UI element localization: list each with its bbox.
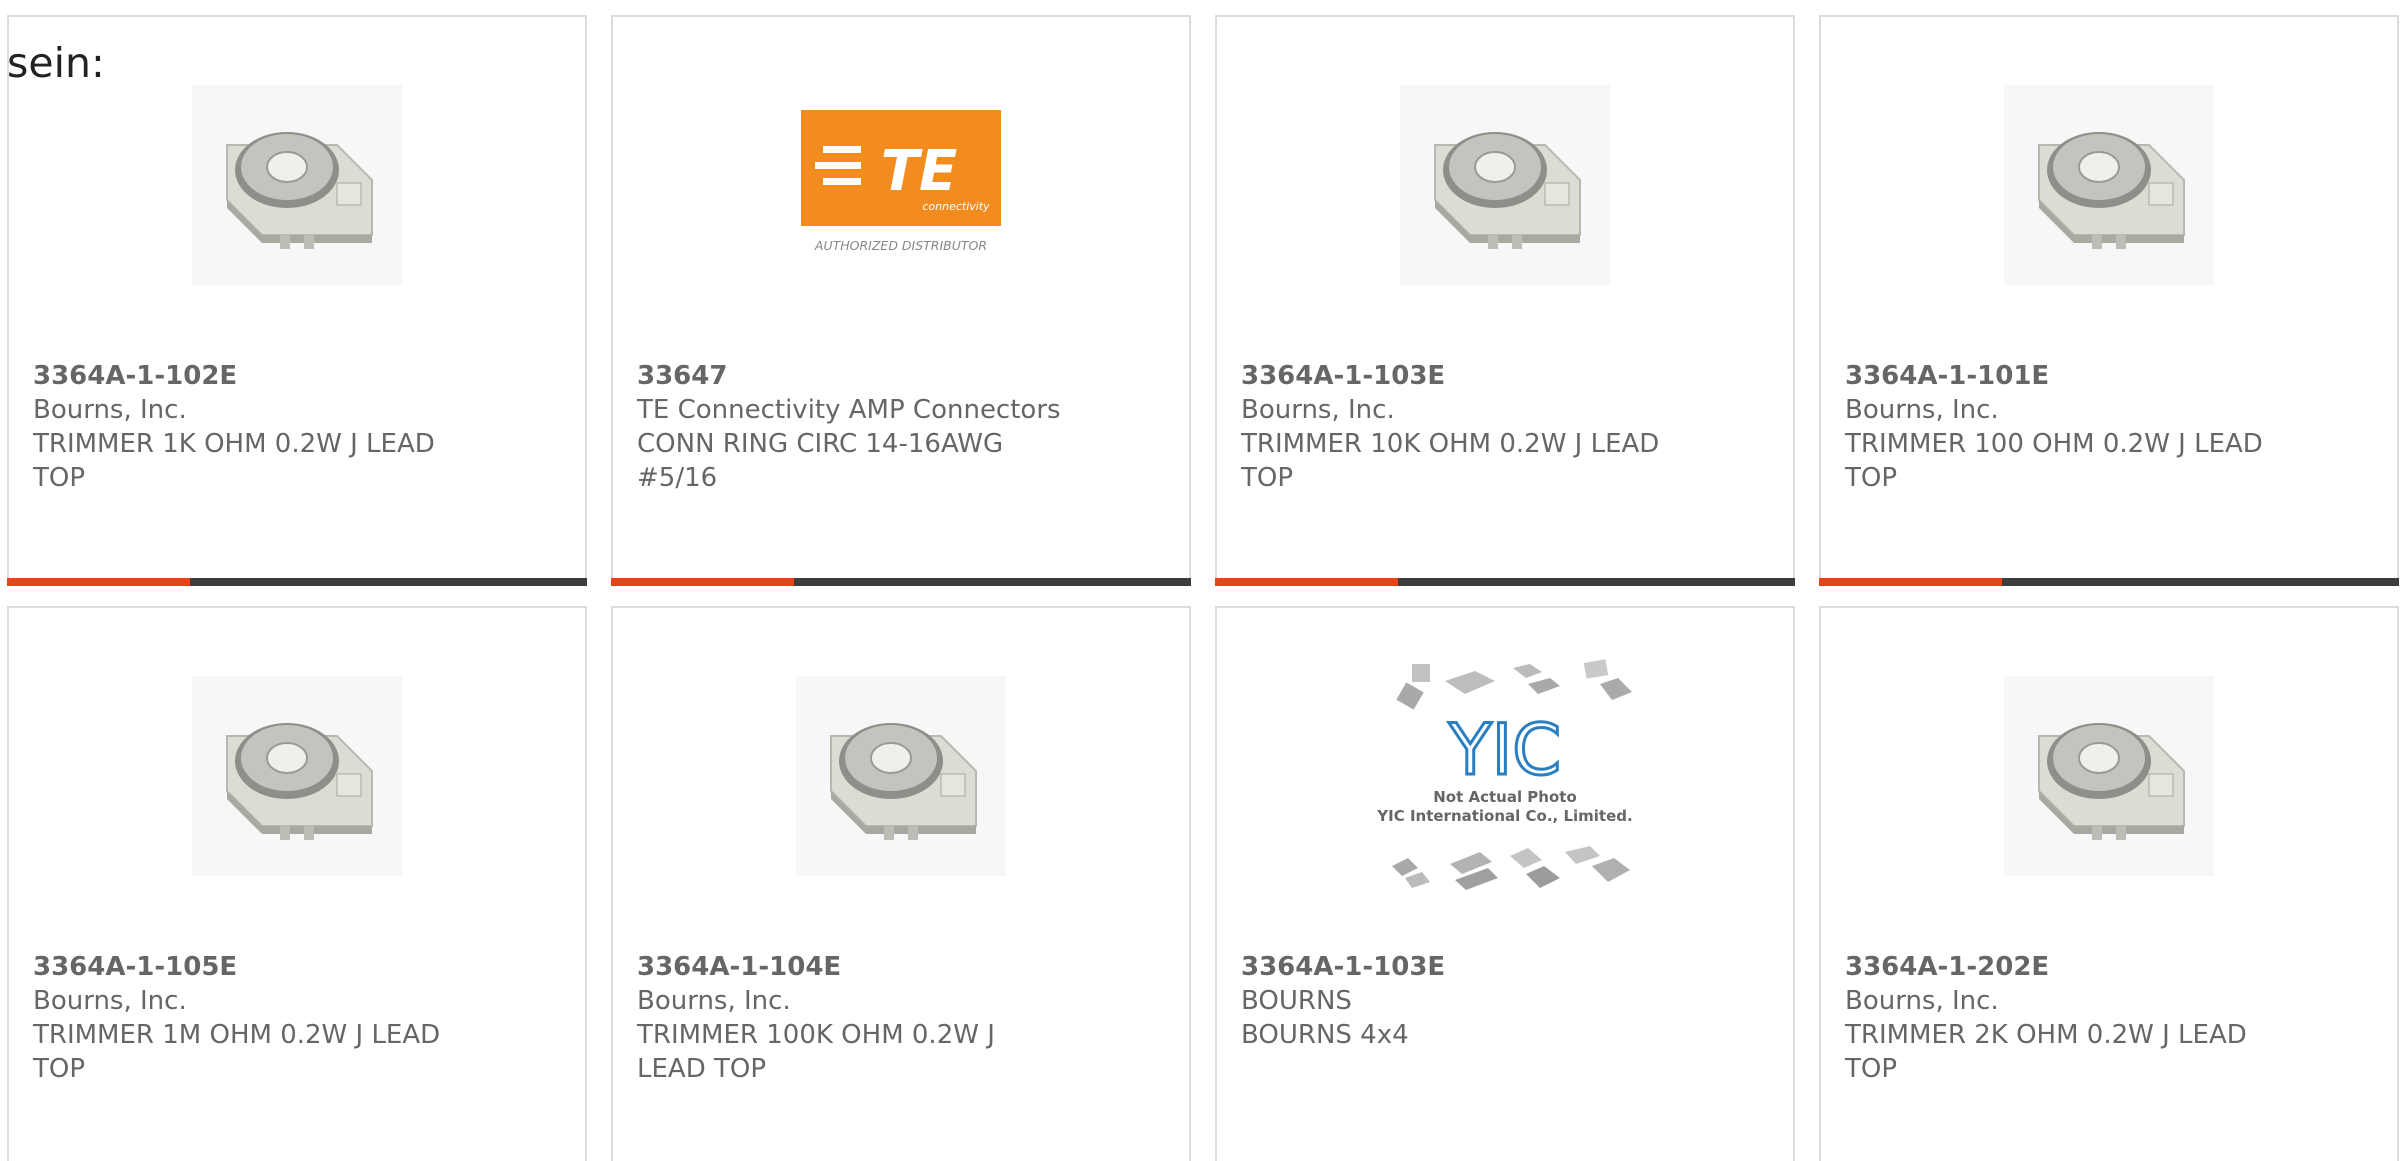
manufacturer: Bourns, Inc. — [1845, 395, 1999, 425]
part-number[interactable]: 33647 — [637, 359, 1069, 393]
product-info: 3364A-1-101E Bourns, Inc. TRIMMER 100 OH… — [1845, 359, 2277, 495]
page: sein: 3364A-1-102E Bourns, Inc. TRIMMER … — [0, 0, 2400, 1161]
card-bottom-bar — [1819, 578, 2399, 586]
product-card[interactable]: 3364A-1-103E Bourns, Inc. TRIMMER 10K OH… — [1215, 15, 1795, 586]
manufacturer: Bourns, Inc. — [637, 986, 791, 1016]
trimmer-pot-image — [9, 663, 585, 888]
trimmer-pot-image — [9, 72, 585, 297]
product-info: 3364A-1-104E Bourns, Inc. TRIMMER 100K O… — [637, 950, 1069, 1086]
trimmer-pot-image — [1821, 72, 2397, 297]
card-bottom-bar — [7, 578, 587, 586]
product-info: 3364A-1-105E Bourns, Inc. TRIMMER 1M OHM… — [33, 950, 465, 1086]
part-number[interactable]: 3364A-1-104E — [637, 950, 1069, 984]
manufacturer: BOURNS — [1241, 986, 1352, 1016]
product-card[interactable]: TE connectivity AUTHORIZED DISTRIBUTOR 3… — [611, 15, 1191, 586]
description: TRIMMER 2K OHM 0.2W J LEAD TOP — [1845, 1020, 2247, 1084]
description: BOURNS 4x4 — [1241, 1020, 1409, 1050]
part-number[interactable]: 3364A-1-101E — [1845, 359, 2277, 393]
yic-caption-line2: YIC International Co., Limited. — [1376, 807, 1632, 825]
product-info: 3364A-1-102E Bourns, Inc. TRIMMER 1K OHM… — [33, 359, 465, 495]
part-number[interactable]: 3364A-1-105E — [33, 950, 465, 984]
manufacturer: TE Connectivity AMP Connectors — [637, 395, 1061, 425]
product-card[interactable]: 3364A-1-102E Bourns, Inc. TRIMMER 1K OHM… — [7, 15, 587, 586]
product-card[interactable]: YIC Not Actual Photo YIC International C… — [1215, 606, 1795, 1161]
description: TRIMMER 100K OHM 0.2W J LEAD TOP — [637, 1020, 995, 1084]
card-bottom-bar — [1215, 578, 1795, 586]
product-card[interactable]: 3364A-1-105E Bourns, Inc. TRIMMER 1M OHM… — [7, 606, 587, 1161]
description: CONN RING CIRC 14-16AWG #5/16 — [637, 429, 1004, 493]
trimmer-pot-image — [1217, 72, 1793, 297]
te-logo-sub: connectivity — [922, 200, 990, 213]
yic-logo-text: YIC — [1448, 709, 1561, 791]
description: TRIMMER 1K OHM 0.2W J LEAD TOP — [33, 429, 435, 493]
te-logo-text: TE — [881, 139, 957, 204]
product-card[interactable]: 3364A-1-202E Bourns, Inc. TRIMMER 2K OHM… — [1819, 606, 2399, 1161]
manufacturer: Bourns, Inc. — [33, 395, 187, 425]
product-info: 33647 TE Connectivity AMP Connectors CON… — [637, 359, 1069, 495]
product-info: 3364A-1-103E Bourns, Inc. TRIMMER 10K OH… — [1241, 359, 1673, 495]
manufacturer: Bourns, Inc. — [33, 986, 187, 1016]
product-card[interactable]: 3364A-1-101E Bourns, Inc. TRIMMER 100 OH… — [1819, 15, 2399, 586]
card-accent — [7, 578, 190, 586]
description: TRIMMER 100 OHM 0.2W J LEAD TOP — [1845, 429, 2263, 493]
trimmer-pot-image — [613, 663, 1189, 888]
description: TRIMMER 10K OHM 0.2W J LEAD TOP — [1241, 429, 1660, 493]
part-number[interactable]: 3364A-1-103E — [1241, 359, 1673, 393]
product-card[interactable]: 3364A-1-104E Bourns, Inc. TRIMMER 100K O… — [611, 606, 1191, 1161]
description: TRIMMER 1M OHM 0.2W J LEAD TOP — [33, 1020, 441, 1084]
manufacturer: Bourns, Inc. — [1241, 395, 1395, 425]
part-number[interactable]: 3364A-1-102E — [33, 359, 465, 393]
part-number[interactable]: 3364A-1-202E — [1845, 950, 2277, 984]
part-number[interactable]: 3364A-1-103E — [1241, 950, 1673, 984]
product-info: 3364A-1-103E BOURNS BOURNS 4x4 — [1241, 950, 1673, 1052]
yic-placeholder-image: YIC Not Actual Photo YIC International C… — [1217, 655, 1793, 896]
product-grid: 3364A-1-102E Bourns, Inc. TRIMMER 1K OHM… — [7, 15, 2399, 1161]
manufacturer: Bourns, Inc. — [1845, 986, 1999, 1016]
card-accent — [1215, 578, 1398, 586]
trimmer-pot-image — [1821, 663, 2397, 888]
te-logo-image: TE connectivity AUTHORIZED DISTRIBUTOR — [613, 72, 1189, 297]
intro-text: sein: — [7, 39, 105, 87]
card-accent — [1819, 578, 2002, 586]
te-logo-caption: AUTHORIZED DISTRIBUTOR — [814, 238, 987, 253]
product-info: 3364A-1-202E Bourns, Inc. TRIMMER 2K OHM… — [1845, 950, 2277, 1086]
yic-caption-line1: Not Actual Photo — [1433, 788, 1577, 806]
card-accent — [611, 578, 794, 586]
card-bottom-bar — [611, 578, 1191, 586]
